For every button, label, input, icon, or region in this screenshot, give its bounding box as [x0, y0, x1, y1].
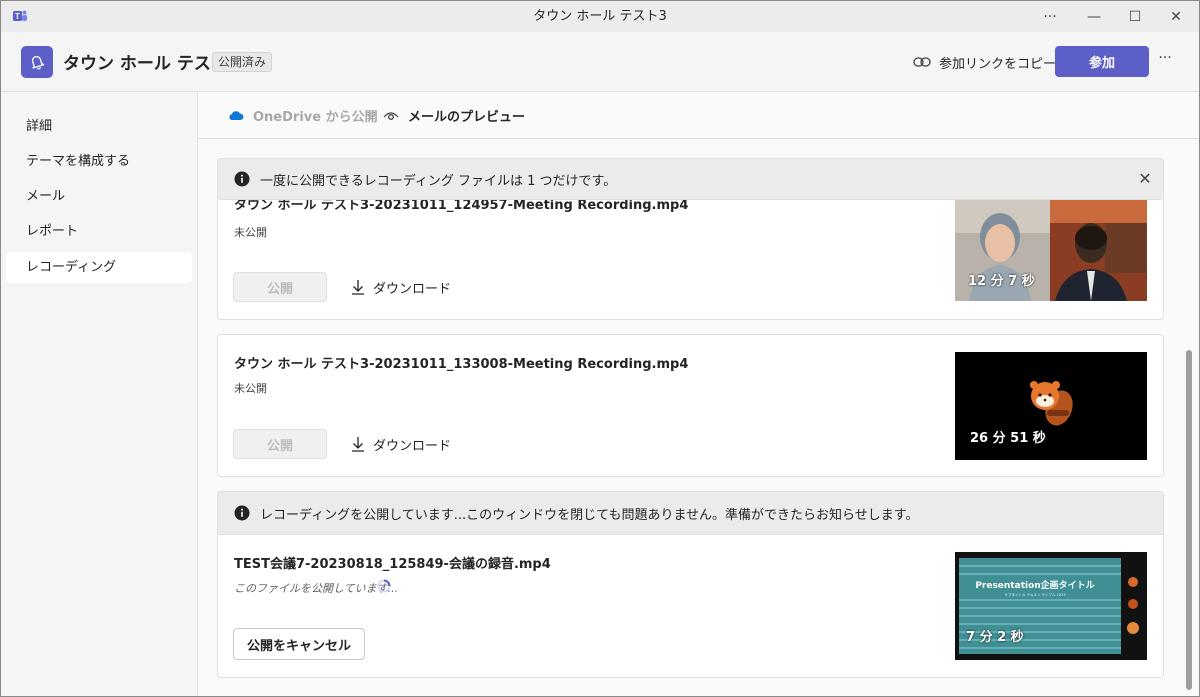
- recording-thumbnail[interactable]: Presentation企画タイトル サブタイトル テキスト サンプル 2023…: [955, 552, 1147, 660]
- publishing-status: このファイルを公開しています...: [234, 582, 399, 595]
- sidebar-item-theme[interactable]: テーマを構成する: [6, 146, 192, 177]
- info-banner-text: 一度に公開できるレコーディング ファイルは 1 つだけです。: [260, 173, 617, 189]
- bell-icon: [31, 55, 45, 70]
- window-more-button[interactable]: ···: [1028, 1, 1072, 32]
- window-title: タウン ホール テスト3: [533, 9, 667, 24]
- app-window: T タウン ホール テスト3 ··· — ☐ ✕ タウン ホール テスト3 公開…: [0, 0, 1200, 697]
- publish-from-onedrive-button: OneDrive から公開: [228, 106, 378, 125]
- recording-file-name: タウン ホール テスト3-20231011_133008-Meeting Rec…: [234, 357, 689, 372]
- recording-card: タウン ホール テスト3-20231011_124957-Meeting Rec…: [217, 187, 1164, 320]
- publish-button[interactable]: 公開: [233, 272, 327, 302]
- sidebar-item-reports[interactable]: レポート: [6, 216, 192, 247]
- info-icon: [234, 505, 250, 521]
- cancel-publish-button[interactable]: 公開をキャンセル: [233, 628, 366, 660]
- email-preview-button[interactable]: メールのプレビュー: [383, 106, 526, 125]
- download-icon: [352, 280, 364, 295]
- eye-icon: [383, 112, 399, 120]
- event-header: タウン ホール テスト3 公開済み 参加リンクをコピー 参加 ···: [1, 32, 1199, 92]
- header-more-button[interactable]: ···: [1154, 50, 1176, 72]
- sidebar: 詳細 テーマを構成する メール レポート レコーディング: [1, 92, 198, 696]
- recording-card: タウン ホール テスト3-20231011_133008-Meeting Rec…: [217, 334, 1164, 477]
- info-icon: [234, 171, 250, 187]
- dismiss-banner-button[interactable]: ✕: [1137, 171, 1153, 187]
- recording-thumbnail[interactable]: 12 分 7 秒: [955, 193, 1147, 301]
- download-label: ダウンロード: [373, 281, 452, 297]
- publishing-banner: レコーディングを公開しています...このウィンドウを閉じても問題ありません。準備…: [218, 492, 1163, 535]
- recording-status: 未公開: [234, 382, 267, 395]
- sidebar-item-details[interactable]: 詳細: [6, 111, 192, 142]
- recording-card: レコーディングを公開しています...このウィンドウを閉じても問題ありません。準備…: [217, 491, 1164, 678]
- main-content: OneDrive から公開 メールのプレビュー 一度に公開できるレコーディング …: [198, 92, 1199, 696]
- minimize-button[interactable]: —: [1072, 1, 1116, 32]
- link-icon: [913, 57, 931, 67]
- download-button[interactable]: ダウンロード: [351, 434, 451, 454]
- recording-file-name: TEST会議7-20230818_125849-会議の録音.mp4: [234, 557, 551, 572]
- recording-status: 未公開: [234, 226, 267, 239]
- download-button[interactable]: ダウンロード: [351, 277, 451, 297]
- join-button[interactable]: 参加: [1055, 46, 1149, 77]
- publishing-banner-text: レコーディングを公開しています...このウィンドウを閉じても問題ありません。準備…: [260, 507, 919, 523]
- download-icon: [352, 437, 364, 452]
- title-bar: T タウン ホール テスト3 ··· — ☐ ✕: [1, 1, 1199, 32]
- onedrive-label: OneDrive から公開: [253, 109, 378, 125]
- publish-button[interactable]: 公開: [233, 429, 327, 459]
- event-icon: [21, 46, 53, 78]
- close-window-button[interactable]: ✕: [1154, 1, 1198, 32]
- sidebar-item-recordings[interactable]: レコーディング: [6, 252, 192, 283]
- slide-subtitle: サブタイトル テキスト サンプル 2023: [1004, 592, 1065, 597]
- status-badge: 公開済み: [212, 52, 273, 72]
- onedrive-icon: [229, 110, 244, 120]
- vertical-scrollbar[interactable]: [1186, 350, 1192, 690]
- copy-link-button[interactable]: 参加リンクをコピー: [913, 52, 1056, 72]
- maximize-button[interactable]: ☐: [1113, 1, 1157, 32]
- recording-thumbnail[interactable]: 26 分 51 秒: [955, 352, 1147, 460]
- download-label: ダウンロード: [373, 438, 452, 454]
- info-banner: 一度に公開できるレコーディング ファイルは 1 つだけです。 ✕: [217, 158, 1164, 200]
- slide-title: Presentation企画タイトル: [975, 579, 1094, 591]
- recordings-toolbar: OneDrive から公開 メールのプレビュー: [198, 92, 1199, 139]
- recording-duration: 7 分 2 秒: [966, 630, 1024, 645]
- recording-duration: 26 分 51 秒: [970, 431, 1046, 446]
- copy-link-label: 参加リンクをコピー: [939, 56, 1057, 72]
- recording-duration: 12 分 7 秒: [968, 274, 1035, 289]
- email-preview-label: メールのプレビュー: [408, 109, 526, 125]
- loading-spinner-icon: [377, 579, 391, 593]
- sidebar-item-email[interactable]: メール: [6, 181, 192, 212]
